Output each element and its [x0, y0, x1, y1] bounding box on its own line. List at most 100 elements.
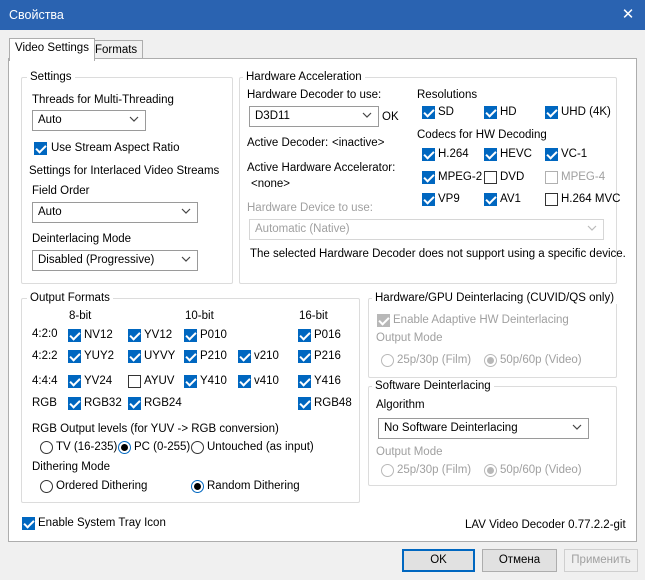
checkbox-fmt-rgb24[interactable]	[128, 397, 141, 410]
checkbox-fmt-v410[interactable]	[238, 375, 251, 388]
checkbox-fmt-p016[interactable]	[298, 329, 311, 342]
threads-label: Threads for Multi-Threading	[32, 94, 174, 106]
close-icon[interactable]: ✕	[617, 4, 639, 26]
checkbox-res-sd[interactable]	[422, 106, 435, 119]
radio-rgb-untouched[interactable]	[191, 441, 204, 454]
radio-hw-mode-video[interactable]	[484, 354, 497, 367]
row-label-rgb: RGB	[32, 397, 57, 409]
hw-decoder-value: D3D11	[255, 110, 290, 122]
checkbox-fmt-p216[interactable]	[298, 350, 311, 363]
row-label-420: 4:2:0	[32, 328, 58, 340]
label-codec-h264mvc: H.264 MVC	[561, 193, 621, 205]
active-decoder-label: Active Decoder:	[247, 137, 329, 149]
checkbox-codec-vp9[interactable]	[422, 193, 435, 206]
chevron-down-icon	[181, 208, 191, 214]
checkbox-codec-h264mvc[interactable]	[545, 193, 558, 206]
checkbox-fmt-ayuv[interactable]	[128, 375, 141, 388]
checkbox-fmt-rgb48[interactable]	[298, 397, 311, 410]
label-rgb-pc: PC (0-255)	[134, 441, 191, 453]
label-rgb-tv: TV (16-235)	[56, 441, 118, 453]
label-fmt-p210: P210	[200, 350, 227, 362]
hwaccel-legend: Hardware Acceleration	[243, 71, 365, 83]
checkbox-fmt-p010[interactable]	[184, 329, 197, 342]
hw-decoder-select[interactable]: D3D11	[249, 106, 379, 127]
chevron-down-icon	[362, 112, 372, 118]
deint-mode-label: Deinterlacing Mode	[32, 233, 132, 245]
checkbox-res-uhd[interactable]	[545, 106, 558, 119]
label-fmt-uyvy: UYVY	[144, 350, 176, 362]
checkbox-res-hd[interactable]	[484, 106, 497, 119]
label-dither-random: Random Dithering	[207, 480, 300, 492]
label-fmt-yv24: YV24	[84, 375, 113, 387]
label-sw-mode-video: 50p/60p (Video)	[500, 464, 582, 476]
apply-button[interactable]: Применить	[564, 549, 638, 572]
output-formats-legend: Output Formats	[27, 292, 113, 304]
checkbox-codec-av1[interactable]	[484, 193, 497, 206]
hw-device-select[interactable]: Automatic (Native)	[249, 219, 604, 240]
resolutions-label: Resolutions	[417, 89, 478, 101]
algorithm-label: Algorithm	[376, 399, 425, 411]
adaptive-hw-deint-label: Enable Adaptive HW Deinterlacing	[393, 314, 569, 326]
radio-rgb-pc[interactable]	[118, 441, 131, 454]
checkbox-codec-hevc[interactable]	[484, 148, 497, 161]
adaptive-hw-deint-checkbox[interactable]	[377, 314, 390, 327]
checkbox-codec-mpeg4[interactable]	[545, 171, 558, 184]
field-order-select[interactable]: Auto	[32, 202, 198, 223]
sw-output-mode-label: Output Mode	[376, 446, 443, 458]
stream-aspect-label: Use Stream Aspect Ratio	[51, 142, 180, 154]
label-codec-vc1: VC-1	[561, 148, 588, 160]
hw-device-note: The selected Hardware Decoder does not s…	[250, 248, 626, 260]
checkbox-fmt-yv24[interactable]	[68, 375, 81, 388]
radio-sw-mode-video[interactable]	[484, 464, 497, 477]
sw-deint-legend: Software Deinterlacing	[372, 380, 494, 392]
settings-legend: Settings	[27, 71, 75, 83]
checkbox-fmt-uyvy[interactable]	[128, 350, 141, 363]
label-fmt-v410: v410	[254, 375, 279, 387]
tray-icon-checkbox[interactable]	[22, 517, 35, 530]
radio-sw-mode-film[interactable]	[381, 464, 394, 477]
label-codec-mpeg4: MPEG-4	[561, 171, 606, 183]
checkbox-fmt-y416[interactable]	[298, 375, 311, 388]
label-fmt-p016: P016	[314, 329, 341, 341]
tab-video-settings[interactable]: Video Settings	[9, 38, 95, 61]
checkbox-codec-mpeg2[interactable]	[422, 171, 435, 184]
label-res-hd: HD	[500, 106, 517, 118]
checkbox-fmt-rgb32[interactable]	[68, 397, 81, 410]
label-codec-h264: H.264	[438, 148, 469, 160]
field-order-label: Field Order	[32, 185, 90, 197]
checkbox-codec-vc1[interactable]	[545, 148, 558, 161]
label-codec-dvd: DVD	[500, 171, 525, 183]
checkbox-fmt-yv12[interactable]	[128, 329, 141, 342]
threads-select[interactable]: Auto	[32, 110, 146, 131]
deint-mode-select[interactable]: Disabled (Progressive)	[32, 250, 198, 271]
checkbox-fmt-nv12[interactable]	[68, 329, 81, 342]
cancel-button[interactable]: Отмена	[482, 549, 557, 572]
checkbox-fmt-v210[interactable]	[238, 350, 251, 363]
active-accel-value: <none>	[251, 178, 291, 190]
label-fmt-yv12: YV12	[144, 329, 173, 341]
label-fmt-rgb24: RGB24	[144, 397, 182, 409]
checkbox-codec-h264[interactable]	[422, 148, 435, 161]
algorithm-select[interactable]: No Software Deinterlacing	[378, 418, 589, 439]
chevron-down-icon	[129, 116, 139, 122]
label-codec-vp9: VP9	[438, 193, 460, 205]
ok-button[interactable]: OK	[402, 549, 475, 572]
label-hw-mode-video: 50p/60p (Video)	[500, 354, 582, 366]
hw-decoder-status: OK	[382, 111, 399, 123]
checkbox-fmt-y410[interactable]	[184, 375, 197, 388]
hw-output-mode-label: Output Mode	[376, 332, 443, 344]
checkbox-fmt-yuy2[interactable]	[68, 350, 81, 363]
hw-device-value: Automatic (Native)	[255, 223, 350, 235]
stream-aspect-checkbox[interactable]	[34, 142, 47, 155]
checkbox-fmt-p210[interactable]	[184, 350, 197, 363]
radio-dither-random[interactable]	[191, 480, 204, 493]
radio-rgb-tv[interactable]	[40, 441, 53, 454]
label-hw-mode-film: 25p/30p (Film)	[397, 354, 472, 366]
label-fmt-ayuv: AYUV	[144, 375, 175, 387]
checkbox-codec-dvd[interactable]	[484, 171, 497, 184]
label-sw-mode-film: 25p/30p (Film)	[397, 464, 472, 476]
label-fmt-p010: P010	[200, 329, 227, 341]
radio-hw-mode-film[interactable]	[381, 354, 394, 367]
radio-dither-ordered[interactable]	[40, 480, 53, 493]
label-fmt-rgb48: RGB48	[314, 397, 352, 409]
